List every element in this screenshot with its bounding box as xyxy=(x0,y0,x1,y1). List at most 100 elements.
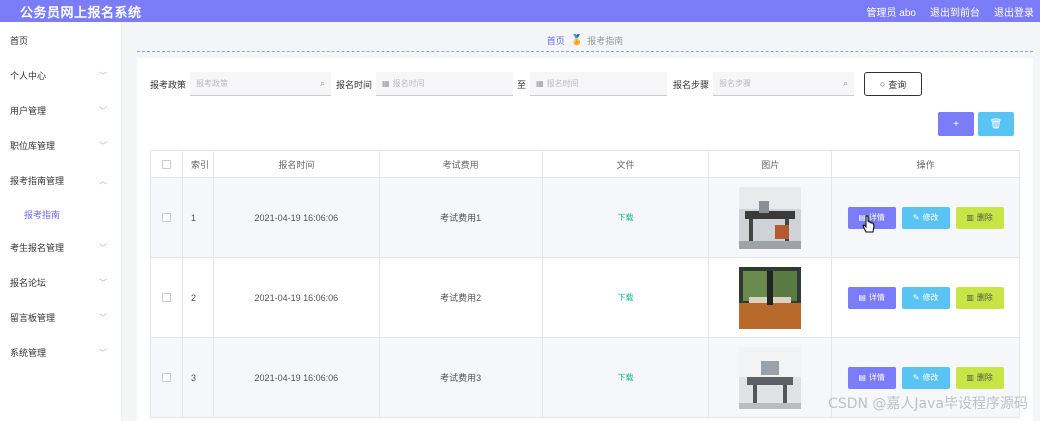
search-form: 报考政策 报考政策 ⌕ 报名时间 ▦ 报名时间 至 ▦ 报名时间 报名步骤 报名… xyxy=(150,72,923,96)
breadcrumb: 首页 🏅 报考指南 xyxy=(137,30,1033,52)
steps-label: 报名步骤 xyxy=(673,79,710,90)
chevron-down-icon: ﹀ xyxy=(99,243,107,252)
search-icon: ⌕ xyxy=(319,78,326,88)
data-table: 索引 报名时间 考试费用 文件 图片 操作 1 2021-04-19 16:06… xyxy=(150,150,1021,418)
table-header: 索引 报名时间 考试费用 文件 图片 操作 xyxy=(151,151,1021,178)
breadcrumb-current: 报考指南 xyxy=(587,36,624,46)
policy-placeholder: 报考政策 xyxy=(196,79,229,88)
row-image xyxy=(739,186,802,249)
sidebar-item-label: 报考指南管理 xyxy=(10,176,65,186)
header-index: 索引 xyxy=(182,151,214,178)
batch-delete-button[interactable]: 🗑 xyxy=(978,112,1014,136)
header-time: 报名时间 xyxy=(213,151,380,178)
pencil-icon: ✎ xyxy=(912,373,920,382)
row-fee: 考试费用2 xyxy=(379,258,543,338)
detail-button[interactable]: ▤ 详情 xyxy=(847,286,896,309)
sidebar-item-label: 首页 xyxy=(10,35,29,46)
row-time: 2021-04-19 16:06:06 xyxy=(213,258,380,338)
sidebar-item-label: 系统管理 xyxy=(10,348,47,358)
row-checkbox[interactable] xyxy=(161,213,171,222)
sidebar-item-label: 考生报名管理 xyxy=(10,243,65,253)
row-checkbox[interactable] xyxy=(161,293,171,302)
row-checkbox[interactable] xyxy=(161,373,171,382)
row-image xyxy=(739,266,802,329)
edit-button[interactable]: ✎ 修改 xyxy=(901,206,950,229)
select-all-checkbox[interactable] xyxy=(161,159,171,169)
sidebar-item-home[interactable]: 首页 xyxy=(0,22,121,58)
logout-link[interactable]: 退出登录 xyxy=(994,4,1034,19)
watermark: CSDN @嘉人Java毕设程序源码 xyxy=(828,396,1028,412)
delete-button[interactable]: ▥ 删除 xyxy=(955,206,1004,229)
chevron-down-icon: ﹀ xyxy=(99,106,107,115)
add-button[interactable]: + xyxy=(938,112,974,136)
delete-button[interactable]: ▥ 删除 xyxy=(955,286,1004,309)
sidebar-subitem-guide[interactable]: 报考指南 xyxy=(0,198,121,230)
sidebar-item-label: 报考指南 xyxy=(24,209,61,220)
main-panel: 报考政策 报考政策 ⌕ 报名时间 ▦ 报名时间 至 ▦ 报名时间 报名步骤 报名… xyxy=(137,58,1033,421)
row-fee: 考试费用3 xyxy=(379,338,543,418)
calendar-icon: ▦ xyxy=(536,79,544,88)
search-icon: ○ xyxy=(879,79,886,89)
steps-placeholder: 报名步骤 xyxy=(719,79,752,88)
trash-icon: ▥ xyxy=(966,373,974,382)
pencil-icon: ✎ xyxy=(912,293,920,302)
breadcrumb-home[interactable]: 首页 xyxy=(547,34,565,47)
sidebar-item-label: 留言板管理 xyxy=(10,313,56,323)
time-to-placeholder: 报名时间 xyxy=(546,79,579,88)
row-index: 1 xyxy=(182,178,214,258)
frontend-link[interactable]: 退出到前台 xyxy=(930,4,980,19)
to-label: 至 xyxy=(517,79,527,90)
sidebar-item-applicants[interactable]: 考生报名管理 ﹀ xyxy=(0,230,121,265)
sidebar-item-label: 用户管理 xyxy=(10,106,47,116)
sidebar-item-label: 报名论坛 xyxy=(10,278,47,288)
sidebar-item-guide-management[interactable]: 报考指南管理 ︿ xyxy=(0,163,121,198)
time-from-placeholder: 报名时间 xyxy=(392,79,425,88)
time-from-input[interactable]: ▦ 报名时间 xyxy=(376,72,514,96)
download-link[interactable]: 下载 xyxy=(617,292,633,303)
search-icon: ⌕ xyxy=(843,78,849,88)
sidebar-item-messages[interactable]: 留言板管理 ﹀ xyxy=(0,300,121,335)
sidebar-item-system[interactable]: 系统管理 ﹀ xyxy=(0,335,121,370)
document-icon: ▤ xyxy=(858,293,866,302)
policy-input[interactable]: 报考政策 ⌕ xyxy=(190,72,332,96)
row-index: 2 xyxy=(182,258,214,338)
trash-icon: ▥ xyxy=(966,293,974,302)
trash-icon: 🗑 xyxy=(989,118,1003,130)
time-to-input[interactable]: ▦ 报名时间 xyxy=(530,72,668,96)
chevron-down-icon: ﹀ xyxy=(99,348,107,357)
query-button[interactable]: ○ 查询 xyxy=(864,72,923,96)
sidebar-item-label: 个人中心 xyxy=(10,71,47,81)
detail-button[interactable]: ▤ 详情 xyxy=(847,366,896,389)
document-icon: ▤ xyxy=(858,373,866,382)
pencil-icon: ✎ xyxy=(912,213,920,222)
edit-button[interactable]: ✎ 修改 xyxy=(901,366,950,389)
header-ops: 操作 xyxy=(832,151,1021,178)
header-fee: 考试费用 xyxy=(379,151,543,178)
chevron-down-icon: ﹀ xyxy=(99,313,107,322)
header-file: 文件 xyxy=(542,151,710,178)
sidebar-item-users[interactable]: 用户管理 ﹀ xyxy=(0,93,121,128)
plus-icon: + xyxy=(953,118,959,130)
query-button-label: 查询 xyxy=(888,79,907,90)
row-image xyxy=(739,346,802,409)
calendar-icon: ▦ xyxy=(382,79,390,88)
sidebar: 首页 个人中心 ﹀ 用户管理 ﹀ 职位库管理 ﹀ 报考指南管理 ︿ 报考指南 考… xyxy=(0,22,122,421)
top-header: 公务员网上报名系统 管理员 abo 退出到前台 退出登录 xyxy=(0,0,1040,22)
steps-input[interactable]: 报名步骤 ⌕ xyxy=(713,72,855,96)
delete-button[interactable]: ▥ 删除 xyxy=(955,366,1004,389)
table-row: 2 2021-04-19 16:06:06 考试费用2 下载 ▤ 详情 ✎ 修改 ▥… xyxy=(151,258,1021,338)
user-label[interactable]: 管理员 abo xyxy=(867,4,916,19)
sidebar-item-positions[interactable]: 职位库管理 ﹀ xyxy=(0,128,121,163)
header-right: 管理员 abo 退出到前台 退出登录 xyxy=(867,4,1034,19)
time-label: 报名时间 xyxy=(336,79,373,90)
sidebar-item-personal-center[interactable]: 个人中心 ﹀ xyxy=(0,58,121,93)
row-time: 2021-04-19 16:06:06 xyxy=(213,178,380,258)
sidebar-item-forum[interactable]: 报名论坛 ﹀ xyxy=(0,265,121,300)
chevron-down-icon: ﹀ xyxy=(99,71,107,80)
app-title: 公务员网上报名系统 xyxy=(20,5,142,21)
policy-label: 报考政策 xyxy=(150,79,187,90)
edit-button[interactable]: ✎ 修改 xyxy=(901,286,950,309)
download-link[interactable]: 下载 xyxy=(617,372,633,383)
download-link[interactable]: 下载 xyxy=(617,212,633,223)
sidebar-item-label: 职位库管理 xyxy=(10,141,56,151)
